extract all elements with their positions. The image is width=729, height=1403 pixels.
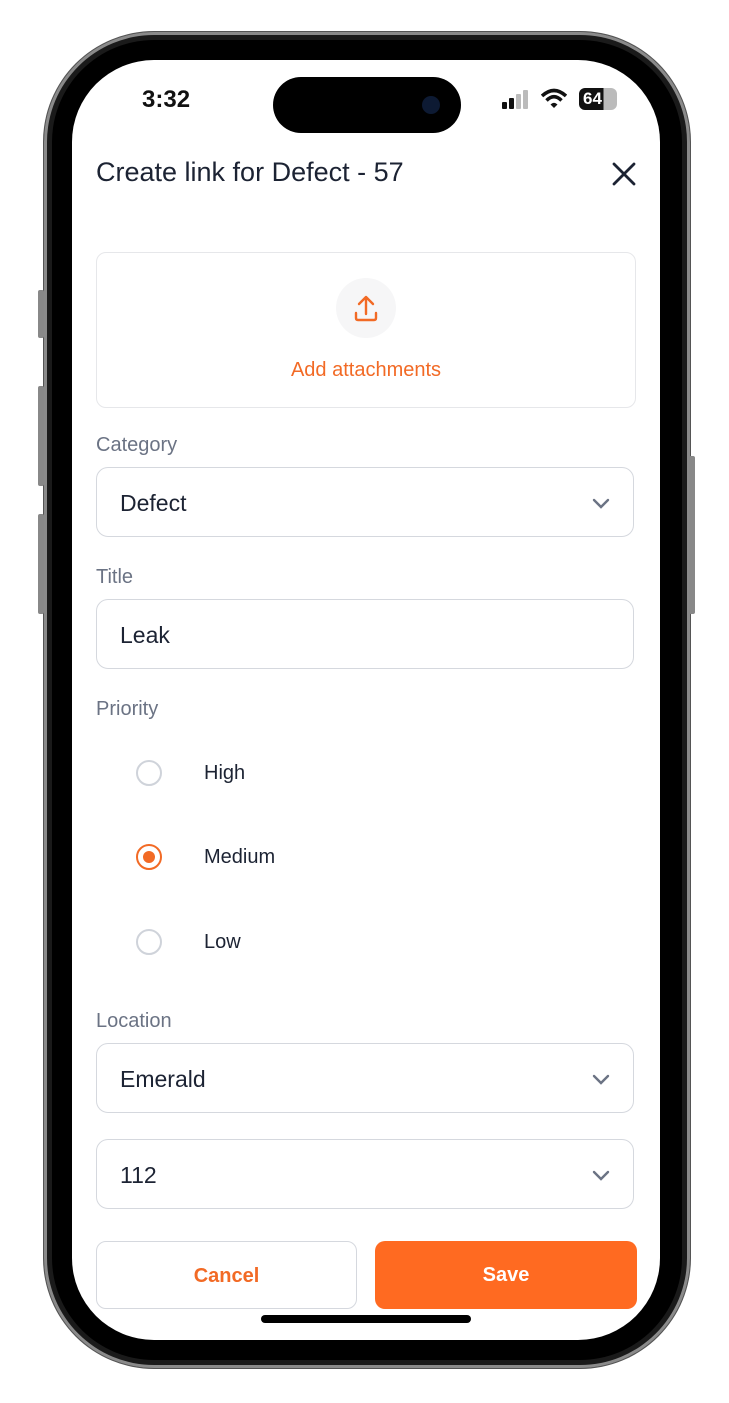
priority-option-label[interactable]: High	[204, 762, 245, 785]
sub-location-value: 112	[120, 1162, 157, 1188]
volume-up-button	[38, 386, 44, 486]
upload-icon	[336, 278, 396, 338]
status-time: 3:32	[142, 86, 191, 113]
location-select[interactable]: Emerald	[96, 1043, 634, 1113]
battery-level: 64	[583, 89, 602, 108]
save-button[interactable]: Save	[375, 1241, 637, 1309]
location-value: Emerald	[120, 1066, 206, 1092]
mute-switch	[38, 290, 44, 338]
chevron-down-icon	[592, 498, 610, 509]
screen: 3:32 64 Create link for Defect - 57 Add …	[72, 60, 660, 1340]
priority-label: Priority	[96, 698, 159, 720]
close-icon[interactable]	[608, 158, 640, 190]
title-value: Leak	[120, 622, 170, 648]
category-value: Defect	[120, 490, 187, 516]
location-label: Location	[96, 1010, 172, 1032]
home-indicator[interactable]	[261, 1315, 471, 1323]
page-title: Create link for Defect - 57	[96, 157, 404, 187]
title-label: Title	[96, 566, 134, 588]
power-button	[689, 456, 695, 614]
chevron-down-icon	[592, 1170, 610, 1181]
volume-down-button	[38, 514, 44, 614]
wifi-icon	[541, 88, 567, 108]
add-attachments-button[interactable]: Add attachments	[96, 252, 636, 408]
category-select[interactable]: Defect	[96, 467, 634, 537]
sub-location-select[interactable]: 112	[96, 1139, 634, 1209]
title-input[interactable]: Leak	[96, 599, 634, 669]
priority-radio-low[interactable]	[136, 929, 162, 955]
chevron-down-icon	[592, 1074, 610, 1085]
category-label: Category	[96, 434, 178, 456]
priority-option-label[interactable]: Low	[204, 931, 241, 954]
priority-radio-high[interactable]	[136, 760, 162, 786]
add-attachments-label: Add attachments	[290, 359, 442, 381]
camera-icon	[422, 96, 440, 114]
signal-icon	[502, 90, 528, 109]
battery-icon: 64	[579, 88, 617, 110]
priority-option-label[interactable]: Medium	[204, 846, 275, 869]
cancel-button[interactable]: Cancel	[96, 1241, 357, 1309]
priority-radio-medium[interactable]	[136, 844, 162, 870]
